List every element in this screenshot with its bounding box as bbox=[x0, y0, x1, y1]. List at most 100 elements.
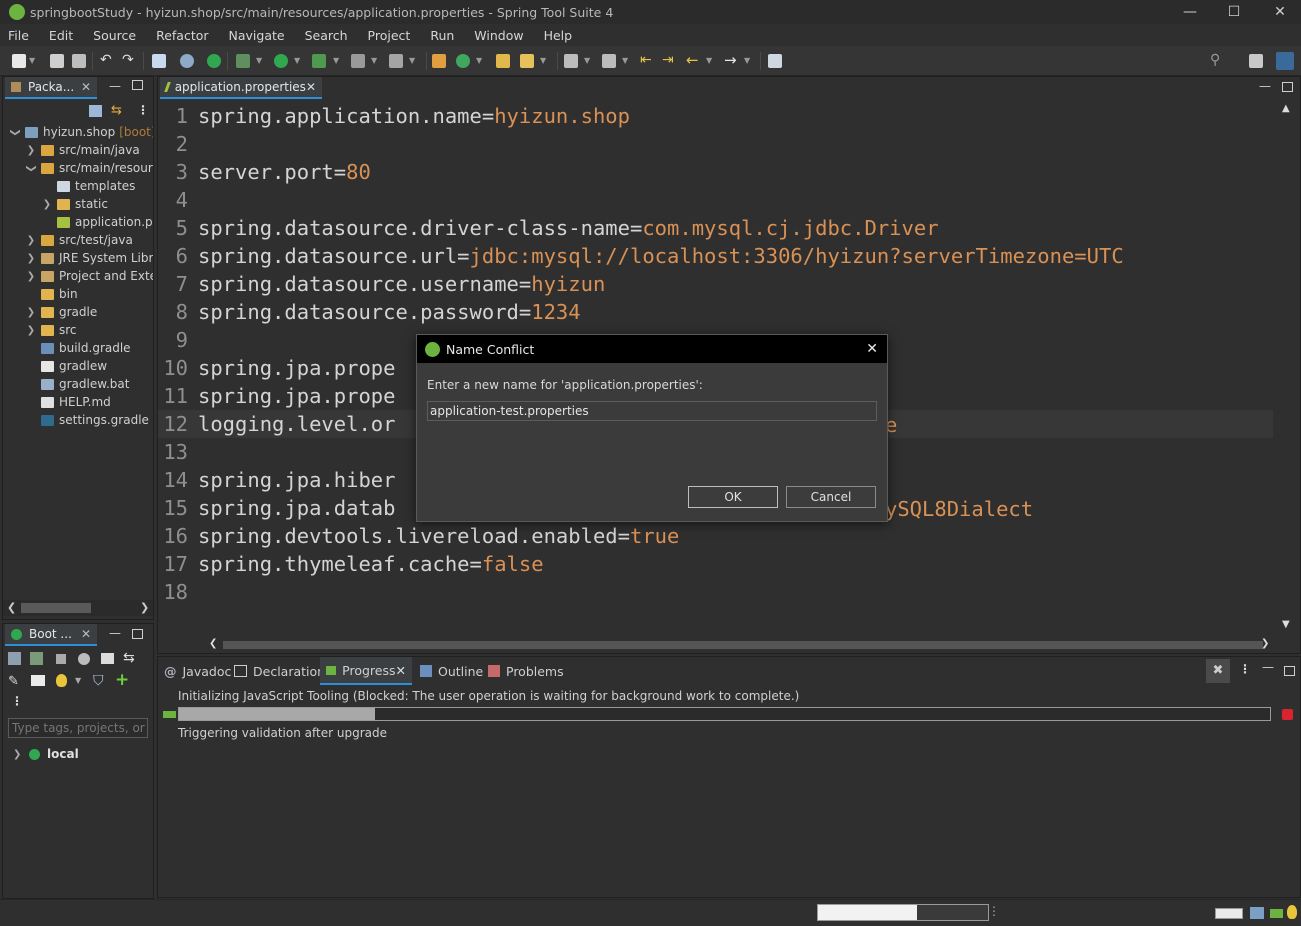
heap-status-icon[interactable] bbox=[1215, 908, 1243, 919]
save-all-icon[interactable] bbox=[72, 54, 86, 68]
tab-problems[interactable]: Problems bbox=[488, 657, 564, 685]
skip-breakpoints-icon[interactable] bbox=[180, 54, 194, 68]
minimize-view-icon[interactable]: — bbox=[109, 626, 121, 640]
minimize-view-icon[interactable]: — bbox=[109, 79, 121, 93]
scroll-right-icon[interactable]: ❯ bbox=[140, 601, 149, 614]
menu-help[interactable]: Help bbox=[534, 28, 583, 43]
new-java-project-icon[interactable] bbox=[432, 54, 446, 68]
code-line[interactable]: 16 spring.devtools.livereload.enabled= tru… bbox=[158, 522, 679, 550]
menu-source[interactable]: Source bbox=[83, 28, 146, 43]
tree-item[interactable]: ❯ src/main/resource bbox=[3, 159, 154, 177]
filter-icon[interactable]: ⛉ bbox=[93, 673, 104, 689]
search-tool-icon[interactable] bbox=[520, 54, 534, 68]
close-tab-icon[interactable]: ✕ bbox=[306, 80, 316, 94]
code-line[interactable]: 14 spring.jpa.hiber bbox=[158, 466, 395, 494]
tree-item[interactable]: bin bbox=[3, 285, 78, 303]
expand-chevron-icon[interactable]: ❯ bbox=[25, 325, 37, 336]
edit-icon[interactable]: ✎ bbox=[8, 674, 19, 689]
code-line[interactable]: 15 spring.jpa.datab ySQL8Dialect bbox=[158, 494, 1033, 522]
tree-item[interactable]: ❯ src/main/java bbox=[3, 141, 140, 159]
lightbulb-icon[interactable] bbox=[1287, 905, 1297, 919]
close-tab-icon[interactable]: ✕ bbox=[396, 663, 406, 678]
scroll-right-icon[interactable]: ❯ bbox=[1261, 638, 1269, 649]
external-tools-icon[interactable] bbox=[312, 54, 326, 68]
boot-dashboard-icon[interactable] bbox=[207, 54, 221, 68]
code-line[interactable]: 2 bbox=[158, 130, 198, 158]
refresh-icon[interactable]: ⇆ bbox=[123, 650, 135, 666]
expand-chevron-icon[interactable]: ❯ bbox=[25, 235, 37, 246]
editor-tab-application-properties[interactable]: application.properties ✕ bbox=[160, 77, 322, 99]
undo-icon[interactable]: ↶ bbox=[100, 53, 114, 67]
minimize-view-icon[interactable]: — bbox=[1262, 660, 1274, 674]
tree-item[interactable]: ❯ Project and Exter bbox=[3, 267, 153, 285]
open-perspective-icon[interactable] bbox=[1249, 54, 1263, 68]
menu-project[interactable]: Project bbox=[358, 28, 421, 43]
view-menu-icon[interactable]: ⋮ bbox=[137, 103, 149, 117]
code-line[interactable]: 12 logging.level.or e bbox=[158, 410, 897, 438]
save-icon[interactable] bbox=[50, 54, 64, 68]
open-console-icon[interactable] bbox=[101, 653, 114, 664]
maximize-view-icon[interactable] bbox=[1284, 666, 1295, 676]
code-line[interactable]: 18 bbox=[158, 578, 198, 606]
console-icon[interactable] bbox=[152, 54, 166, 68]
add-icon[interactable]: + bbox=[115, 670, 129, 690]
tab-declaration[interactable]: Declaration bbox=[234, 657, 325, 685]
code-line[interactable]: 9 bbox=[158, 326, 198, 354]
scroll-left-icon[interactable]: ❮ bbox=[209, 638, 217, 649]
menu-navigate[interactable]: Navigate bbox=[219, 28, 295, 43]
dialog-close-icon[interactable]: ✕ bbox=[866, 341, 878, 357]
tree-item[interactable]: HELP.md bbox=[3, 393, 111, 411]
maximize-button[interactable]: ☐ bbox=[1211, 0, 1257, 24]
tree-item[interactable]: templates bbox=[3, 177, 135, 195]
next-annotation-icon[interactable] bbox=[602, 54, 616, 68]
code-line[interactable]: 7 spring.datasource.username= hyizun bbox=[158, 270, 606, 298]
menu-search[interactable]: Search bbox=[295, 28, 358, 43]
maximize-view-icon[interactable] bbox=[132, 80, 143, 90]
tree-item[interactable]: ❯ gradle bbox=[3, 303, 97, 321]
minimize-editor-icon[interactable]: — bbox=[1259, 79, 1271, 93]
cancel-button[interactable]: Cancel bbox=[786, 486, 876, 508]
package-explorer-tab[interactable]: Packa... ✕ bbox=[5, 77, 97, 99]
new-name-input[interactable] bbox=[427, 401, 877, 421]
code-line[interactable]: 13 bbox=[158, 438, 198, 466]
tree-item[interactable]: ❯ JRE System Librar bbox=[3, 249, 153, 267]
link-with-editor-icon[interactable]: ⇆ bbox=[111, 103, 122, 118]
explorer-hscrollbar[interactable]: ❮ ❯ bbox=[3, 600, 153, 616]
tree-item[interactable]: settings.gradle bbox=[3, 411, 149, 429]
maximize-editor-icon[interactable] bbox=[1282, 82, 1293, 92]
tree-item[interactable]: gradlew.bat bbox=[3, 375, 129, 393]
deploy-icon[interactable] bbox=[389, 54, 403, 68]
close-button[interactable]: ✕ bbox=[1257, 0, 1301, 24]
pin-editor-icon[interactable] bbox=[768, 54, 782, 68]
quick-access-search-icon[interactable]: ⚲ bbox=[1210, 53, 1224, 67]
stop-icon[interactable] bbox=[351, 54, 365, 68]
toggle-annotation-icon[interactable] bbox=[564, 54, 578, 68]
dropdown-icon[interactable]: ▼ bbox=[75, 676, 81, 685]
menu-edit[interactable]: Edit bbox=[39, 28, 83, 43]
code-line[interactable]: 11 spring.jpa.prope bbox=[158, 382, 395, 410]
start-restart-icon[interactable] bbox=[8, 652, 21, 665]
view-menu-icon[interactable]: ⋮ bbox=[1239, 662, 1251, 676]
code-line[interactable]: 4 bbox=[158, 186, 198, 214]
run-icon[interactable] bbox=[274, 54, 288, 68]
prev-edit-icon[interactable]: ⇤ bbox=[640, 53, 654, 67]
tree-item[interactable]: ❯ src bbox=[3, 321, 77, 339]
open-browser-icon[interactable] bbox=[78, 653, 90, 665]
editor-hscrollbar[interactable]: ❮ ❯ bbox=[207, 638, 1273, 652]
expand-chevron-icon[interactable]: ❯ bbox=[25, 145, 37, 156]
next-edit-icon[interactable]: ⇥ bbox=[662, 53, 676, 67]
debug-icon[interactable] bbox=[236, 54, 250, 68]
expand-chevron-icon[interactable]: ❯ bbox=[25, 253, 37, 264]
new-class-icon[interactable] bbox=[456, 54, 470, 68]
remove-finished-icon[interactable]: ✖ bbox=[1206, 659, 1230, 683]
code-line[interactable]: 10 spring.jpa.prope bbox=[158, 354, 395, 382]
code-line[interactable]: 1 spring.application.name= hyizun.shop bbox=[158, 102, 630, 130]
boot-dashboard-tab[interactable]: Boot ... ✕ bbox=[5, 624, 97, 646]
expand-chevron-icon[interactable]: ❯ bbox=[13, 749, 25, 760]
collapse-all-icon[interactable] bbox=[89, 105, 102, 117]
code-line[interactable]: 3 server.port= 80 bbox=[158, 158, 371, 186]
code-line[interactable]: 17 spring.thymeleaf.cache= false bbox=[158, 550, 543, 578]
scroll-thumb[interactable] bbox=[21, 603, 91, 613]
cancel-operation-icon[interactable] bbox=[1282, 709, 1293, 720]
collapse-chevron-icon[interactable]: ❯ bbox=[26, 162, 37, 174]
